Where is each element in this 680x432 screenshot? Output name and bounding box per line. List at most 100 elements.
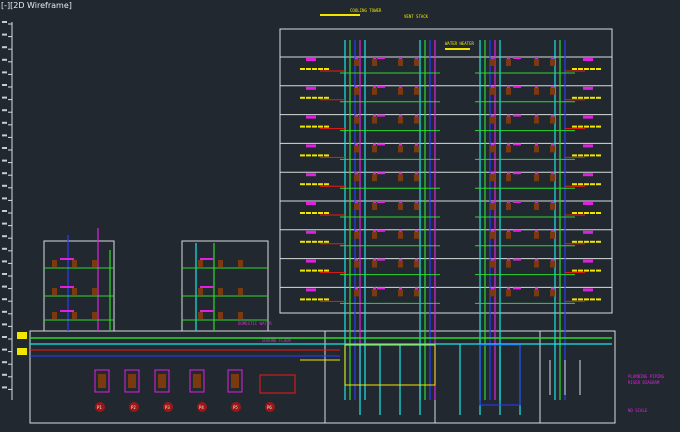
fixture-tag [491,172,494,175]
annotation-mark [324,212,329,214]
annotation-mark [300,154,305,157]
annotation-mark [584,154,589,157]
fixture-tag [399,85,402,88]
room-tag [377,57,385,59]
fixture-symbol [372,59,377,66]
annotation-mark [306,298,311,301]
annotation-mark [578,240,583,243]
fixture-tag [491,57,494,59]
annotation-mark [312,212,317,214]
annotation-mark [584,183,589,186]
fixture-symbol [238,312,243,319]
annotation-mark [300,240,305,243]
fixture-symbol [490,145,495,153]
fixture-tag [535,229,538,232]
fixture-symbol [52,260,57,267]
room-tag [513,287,521,290]
zone-tag [306,58,316,61]
fixture-symbol [92,260,97,267]
annotation-mark [318,154,323,157]
annotation-mark [312,154,317,157]
equipment-body [98,374,106,388]
fixture-tag [399,57,402,59]
annotation-mark [324,154,329,157]
annotation-mark [300,269,305,272]
annotation-mark [300,298,305,301]
annotation-mark [312,183,317,186]
fixture-symbol [372,260,377,268]
annotation-mark [578,154,583,157]
zone-tag [583,58,593,61]
fixture-tag [491,287,494,290]
fixture-tag [535,114,538,117]
fixture-tag [507,85,510,88]
room-tag [513,258,521,261]
fixture-tag [535,85,538,88]
fixture-symbol [398,59,403,66]
fixture-symbol [414,87,419,95]
fixture-tag [355,229,358,232]
fixture-symbol [490,289,495,297]
fixture-tag [355,172,358,175]
annotation-mark [578,68,583,70]
fixture-tag [491,258,494,261]
scale-tick-label [2,121,7,124]
annotation-mark [590,68,595,70]
scale-tick-label [2,373,7,376]
zone-tag [583,259,593,263]
annotation-mark [590,125,595,128]
scale-tick-label [2,184,7,187]
fixture-symbol [398,289,403,297]
fixture-symbol [218,312,223,319]
room-tag [200,310,214,312]
fixture-symbol [398,260,403,268]
annotation-mark [596,96,601,99]
scale-tick-label [2,33,7,36]
fixture-tag [551,287,554,290]
fixture-symbol [398,87,403,95]
annotation-mark [318,96,323,99]
fixture-tag [355,201,358,203]
equipment-tag: P5 [233,405,238,410]
fixture-tag [551,229,554,232]
fixture-symbol [372,203,377,210]
zone-tag [583,173,593,177]
annotation-mark [572,269,577,272]
fixture-tag [399,287,402,290]
room-tag [60,258,74,260]
annotation-mark [312,298,317,301]
annotation-mark [306,96,311,99]
room-tag [377,201,385,203]
annotation-mark [306,68,311,70]
annotation-mark [324,269,329,272]
annotation-mark [596,125,601,128]
cad-model-space[interactable]: [-][2D Wireframe] COOLING TOWER VENT STAC… [0,0,680,432]
equipment-body [158,374,166,388]
fixture-symbol [92,288,97,295]
fixture-symbol [506,87,511,95]
fixture-symbol [218,260,223,267]
scale-tick-label [2,46,7,49]
annotation-mark [324,240,329,243]
scale-tick-label [2,159,7,162]
annotation-mark [596,154,601,157]
fixture-symbol [198,312,203,319]
fixture-symbol [414,59,419,66]
fixture-symbol [550,145,555,153]
scale-tick-label [2,197,7,200]
header-label: DOMESTIC WATER [238,321,272,326]
fixture-tag [355,287,358,290]
room-tag [513,229,521,232]
riser-diagram-drawing[interactable]: COOLING TOWER VENT STACK WATER HEATER DOMES… [0,0,680,432]
fixture-tag [491,143,494,146]
annotation-mark [306,240,311,243]
equipment-body [128,374,136,388]
fixture-symbol [414,174,419,182]
room-tag [200,286,214,288]
annotation-mark [584,298,589,301]
room-tag [513,114,521,117]
zone-tag [306,288,316,292]
annotation-mark [324,68,329,70]
room-tag [513,57,521,59]
equipment-tag: P6 [267,405,272,410]
